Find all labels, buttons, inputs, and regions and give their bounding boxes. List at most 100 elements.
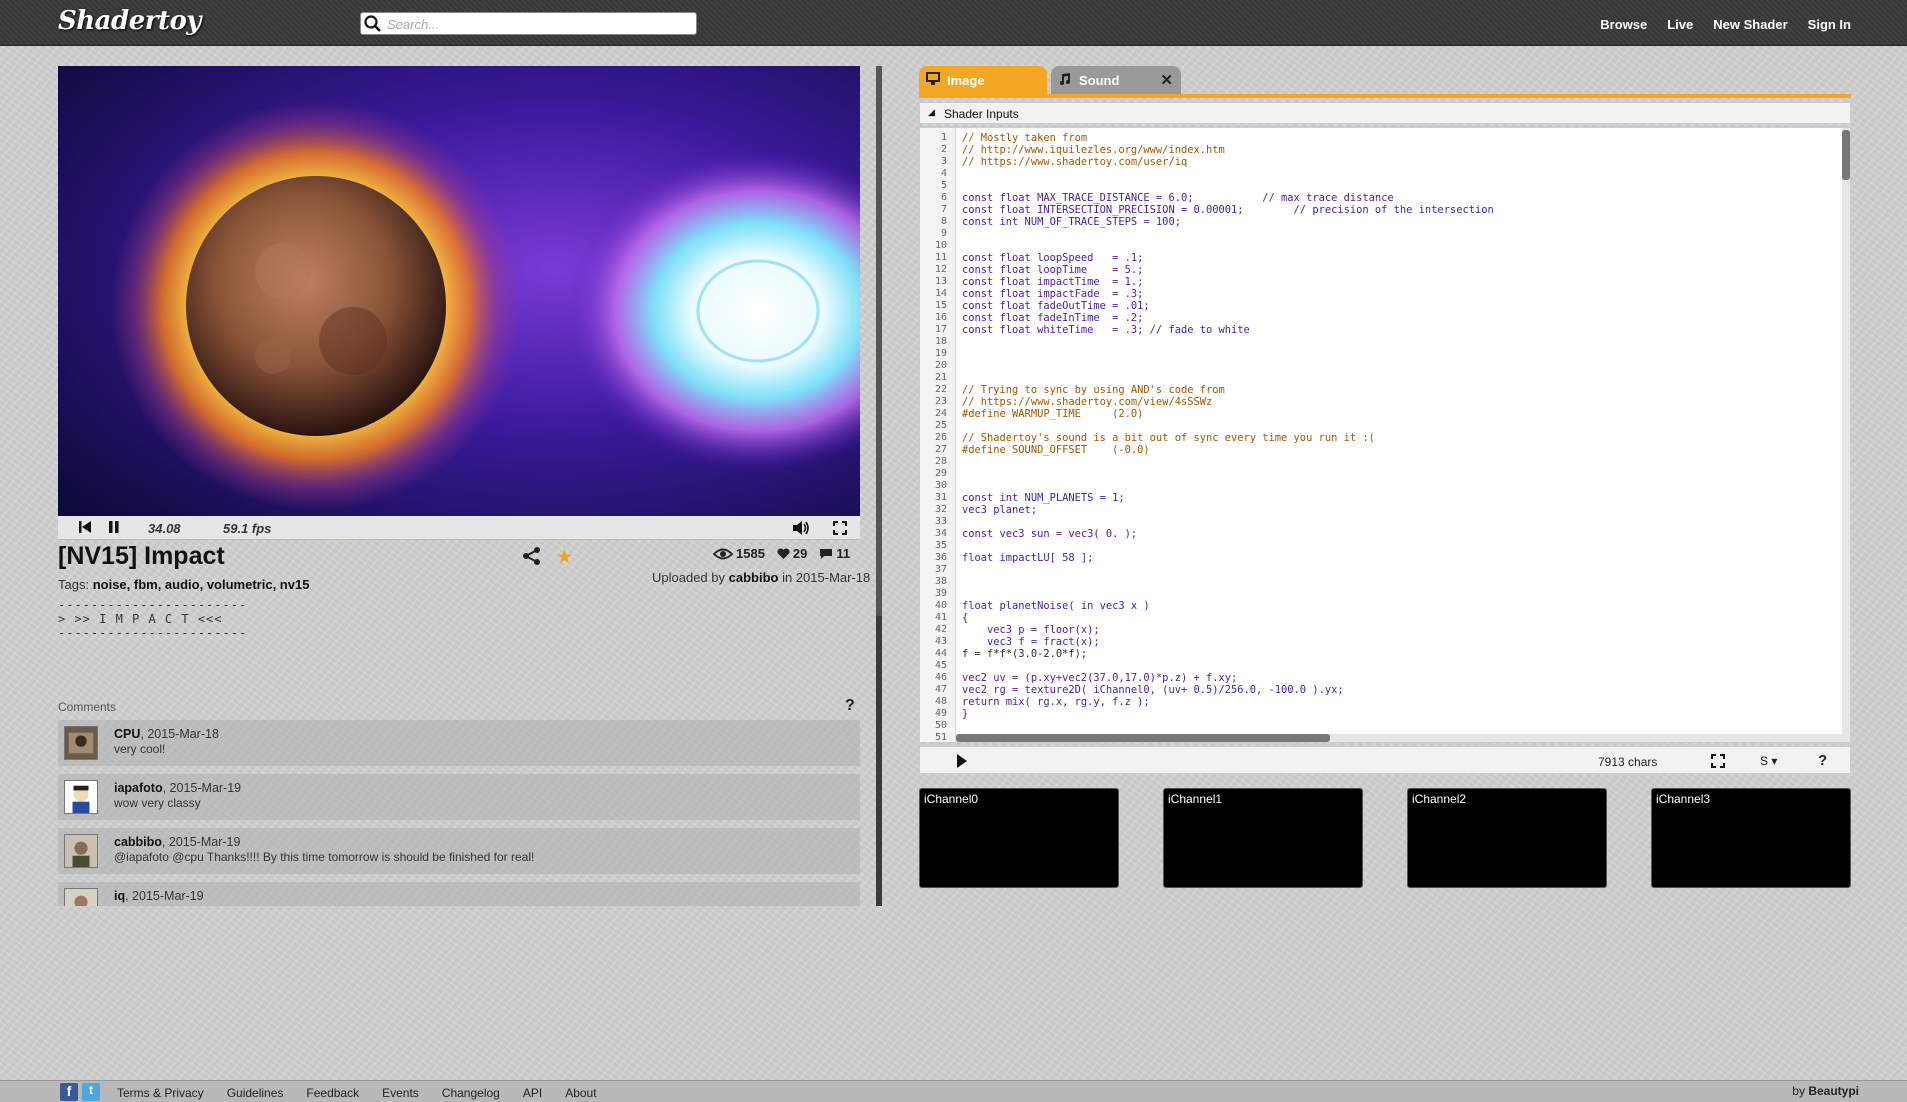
code-editor[interactable]: 1 2 3 4 5 6 7 8 9 10 11 12 13 14 15 16 17 18 19 20 21 22 23 24 2… (919, 127, 1851, 743)
footer-changelog-link[interactable]: Changelog (442, 1086, 500, 1100)
uploader-link[interactable]: cabbibo (729, 570, 779, 585)
rewind-icon[interactable] (78, 520, 92, 534)
code-line[interactable]: vec3 planet; (962, 504, 1037, 516)
line-number: 33 (934, 516, 947, 527)
comment-author[interactable]: iq (114, 889, 125, 903)
footer-guidelines-link[interactable]: Guidelines (227, 1086, 284, 1100)
ichannel2-slot[interactable]: iChannel2 (1407, 788, 1607, 888)
comment-author[interactable]: iapafoto (114, 781, 163, 795)
line-number: 26 (934, 432, 947, 443)
code-line[interactable]: const vec3 sun = vec3( 0. ); (962, 528, 1137, 540)
code-line[interactable]: const int NUM_OF_TRACE_STEPS = 100; (962, 216, 1181, 228)
code-line[interactable]: const float fadeOutTime = .01; (962, 300, 1150, 312)
code-line[interactable]: { (962, 612, 968, 624)
views-count: 1585 (736, 546, 765, 561)
avatar[interactable] (64, 780, 98, 814)
line-number: 23 (934, 396, 947, 407)
compile-play-icon[interactable] (956, 753, 968, 769)
tags-list[interactable]: noise, fbm, audio, volumetric, nv15 (93, 577, 310, 592)
code-line[interactable]: // Shadertoy's sound is a bit out of syn… (962, 432, 1375, 444)
code-line[interactable]: const float INTERSECTION_PRECISION = 0.0… (962, 204, 1494, 216)
share-icon[interactable] (522, 546, 542, 566)
search-input[interactable] (387, 15, 687, 33)
comment-author[interactable]: cabbibo (114, 835, 162, 849)
shadertoy-logo[interactable]: Shadertoy (58, 6, 201, 36)
ichannel1-slot[interactable]: iChannel1 (1163, 788, 1363, 888)
pause-icon[interactable] (108, 520, 120, 534)
code-line[interactable]: vec3 p = floor(x); (962, 624, 1100, 636)
code-line[interactable]: float impactLU[ 58 ]; (962, 552, 1093, 564)
code-line[interactable]: // https://www.shadertoy.com/user/iq (962, 156, 1187, 168)
comments-list: CPU, 2015-Mar-18 very cool! iapafoto, 20… (58, 720, 860, 906)
footer-feedback-link[interactable]: Feedback (306, 1086, 359, 1100)
code-line[interactable]: } (962, 708, 968, 720)
line-number: 37 (934, 564, 947, 575)
horizontal-scrollbar-thumb[interactable] (956, 734, 1330, 742)
ichannel0-slot[interactable]: iChannel0 (919, 788, 1119, 888)
code-line[interactable]: // Mostly taken from (962, 132, 1087, 144)
nav-browse[interactable]: Browse (1600, 17, 1647, 32)
vertical-scrollbar[interactable] (1842, 128, 1850, 742)
twitter-icon[interactable]: t (82, 1083, 100, 1101)
avatar[interactable] (64, 726, 98, 760)
avatar[interactable] (64, 834, 98, 868)
code-line[interactable]: return mix( rg.x, rg.y, f.z ); (962, 696, 1150, 708)
footer-api-link[interactable]: API (523, 1086, 542, 1100)
code-line[interactable]: const float impactTime = 1.; (962, 276, 1143, 288)
comments-help-button[interactable]: ? (845, 697, 855, 715)
close-icon[interactable]: ✕ (1160, 71, 1173, 89)
nav-sign-in[interactable]: Sign In (1808, 17, 1851, 32)
vertical-scrollbar-thumb[interactable] (1842, 130, 1850, 180)
shader-inputs-toggle[interactable]: ◢ Shader Inputs (919, 102, 1851, 124)
line-number: 11 (934, 252, 947, 263)
code-line[interactable]: // Trying to sync by using AND's code fr… (962, 384, 1225, 396)
code-line[interactable]: const float loopTime = 5.; (962, 264, 1143, 276)
code-line[interactable]: const float whiteTime = .3; // fade to w… (962, 324, 1250, 336)
footer-terms-link[interactable]: Terms & Privacy (117, 1086, 204, 1100)
likes-stat[interactable]: 29 (777, 546, 807, 561)
avatar[interactable] (64, 888, 98, 906)
code-line[interactable]: vec2 uv = (p.xy+vec2(37.0,17.0)*p.z) + f… (962, 672, 1237, 684)
search-box[interactable] (360, 12, 697, 35)
tab-sound[interactable]: Sound ✕ (1051, 66, 1181, 94)
editor-help-button[interactable]: ? (1818, 752, 1827, 769)
uploaded-line: Uploaded by cabbibo in 2015-Mar-18 (652, 570, 870, 585)
tab-image[interactable]: Image (919, 66, 1047, 94)
code-line[interactable]: #define SOUND_OFFSET (-0.0) (962, 444, 1150, 456)
nav-new-shader[interactable]: New Shader (1713, 17, 1787, 32)
code-line[interactable]: const float loopSpeed = .1; (962, 252, 1143, 264)
code-line[interactable]: const float impactFade = .3; (962, 288, 1143, 300)
credit-name[interactable]: Beautypi (1808, 1084, 1859, 1098)
font-size-select[interactable]: S ▾ (1760, 754, 1777, 768)
footer-events-link[interactable]: Events (382, 1086, 419, 1100)
fullscreen-icon[interactable] (832, 520, 848, 536)
panel-splitter-handle[interactable] (876, 616, 882, 906)
facebook-icon[interactable]: f (60, 1083, 78, 1101)
nav-live[interactable]: Live (1667, 17, 1693, 32)
code-line[interactable]: float planetNoise( in vec3 x ) (962, 600, 1150, 612)
line-number: 42 (934, 624, 947, 635)
code-line[interactable]: const int NUM_PLANETS = 1; (962, 492, 1125, 504)
comment-author[interactable]: CPU (114, 727, 140, 741)
code-line[interactable]: // http://www.iquilezles.org/www/index.h… (962, 144, 1225, 156)
footer-about-link[interactable]: About (565, 1086, 596, 1100)
time-readout: 34.08 (148, 521, 181, 536)
code-line[interactable]: const float fadeInTime = .2; (962, 312, 1143, 324)
search-icon[interactable] (363, 14, 383, 34)
editor-fullscreen-icon[interactable] (1710, 753, 1726, 769)
code-line[interactable]: f = f*f*(3.0-2.0*f); (962, 648, 1087, 660)
volume-icon[interactable] (792, 520, 810, 536)
tabs-underline (919, 94, 1851, 98)
code-line[interactable]: #define WARMUP_TIME (2.0) (962, 408, 1143, 420)
code-line[interactable]: // https://www.shadertoy.com/view/4sSSWz (962, 396, 1212, 408)
comment-text: @iapafoto @cpu Thanks!!!! By this time t… (114, 850, 535, 864)
favorite-star-icon[interactable]: ★ (556, 546, 573, 569)
code-line[interactable]: vec3 f = fract(x); (962, 636, 1100, 648)
triangle-down-icon: ◢ (928, 107, 935, 117)
code-line[interactable]: vec2 rg = texture2D( iChannel0, (uv+ 0.5… (962, 684, 1344, 696)
code-line[interactable]: const float MAX_TRACE_DISTANCE = 6.0; //… (962, 192, 1394, 204)
shader-render-viewport[interactable] (58, 66, 860, 516)
horizontal-scrollbar[interactable] (956, 734, 1844, 742)
shader-title: [NV15] Impact (58, 542, 225, 570)
ichannel3-slot[interactable]: iChannel3 (1651, 788, 1851, 888)
